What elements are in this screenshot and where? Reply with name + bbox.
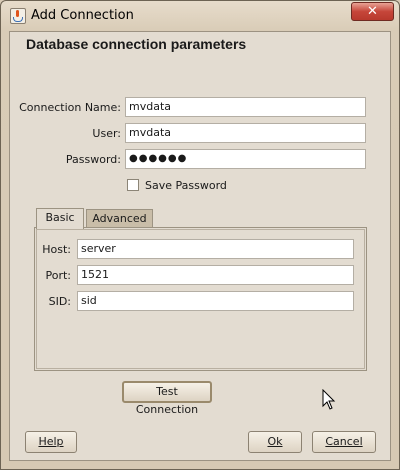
ok-button[interactable]: Ok (248, 431, 302, 453)
mouse-pointer-icon (322, 389, 336, 410)
tab-basic[interactable]: Basic (36, 208, 84, 229)
help-button[interactable]: Help (25, 431, 77, 453)
close-button[interactable]: ✕ (351, 2, 394, 21)
cancel-button[interactable]: Cancel (312, 431, 376, 453)
user-label: User: (92, 127, 121, 140)
connection-name-input[interactable]: mvdata (125, 97, 366, 117)
sid-label: SID: (48, 295, 71, 308)
port-input[interactable]: 1521 (77, 265, 354, 285)
add-connection-dialog: Add Connection ✕ Database connection par… (0, 0, 400, 470)
section-title: Database connection parameters (26, 36, 247, 52)
save-password-label: Save Password (145, 179, 227, 192)
title-bar[interactable]: Add Connection ✕ (1, 1, 399, 31)
sid-input[interactable]: sid (77, 291, 354, 311)
connection-name-label: Connection Name: (19, 101, 121, 114)
password-label: Password: (65, 153, 121, 166)
close-icon: ✕ (367, 4, 378, 19)
test-connection-button[interactable]: Test Connection (122, 381, 212, 416)
save-password-checkbox[interactable] (127, 179, 139, 191)
tab-advanced[interactable]: Advanced (86, 209, 153, 228)
user-input[interactable]: mvdata (125, 123, 366, 143)
java-cup-icon (10, 8, 26, 24)
host-label: Host: (42, 243, 71, 256)
host-input[interactable]: server (77, 239, 354, 259)
port-label: Port: (45, 269, 71, 282)
window-title: Add Connection (31, 8, 134, 23)
password-input[interactable]: ●●●●●● (125, 149, 366, 169)
